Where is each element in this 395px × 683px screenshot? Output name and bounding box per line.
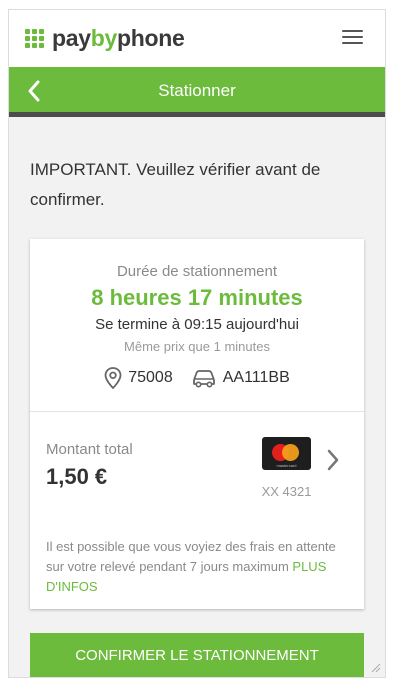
map-pin-icon — [104, 367, 122, 389]
location-item: 75008 — [104, 367, 173, 389]
mastercard-icon: mastercard — [262, 437, 311, 470]
app-frame: paybyphone Stationner IMPORTANT. Veuille… — [8, 9, 386, 678]
end-time: Se termine à 09:15 aujourd'hui — [95, 316, 299, 333]
card-number: XX 4321 — [261, 484, 312, 499]
total-label: Montant total — [46, 441, 133, 458]
payment-method-row[interactable]: Montant total 1,50 € mastercard XX 4321 — [30, 412, 364, 512]
same-price-note: Même prix que 1 minutes — [124, 339, 270, 354]
duration-label: Durée de stationnement — [116, 263, 278, 280]
location-zone: 75008 — [128, 369, 173, 386]
total-amount: 1,50 € — [46, 464, 108, 489]
resize-handle-icon[interactable] — [371, 663, 381, 673]
top-bar: paybyphone — [9, 10, 385, 67]
car-icon — [192, 370, 215, 388]
parking-summary-card: Durée de stationnement 8 heures 17 minut… — [30, 239, 364, 609]
fees-notice: Il est possible que vous voyiez des frai… — [46, 537, 346, 597]
logo-text: paybyphone — [52, 25, 185, 51]
logo-grid-icon — [25, 29, 44, 48]
paybyphone-logo: paybyphone — [25, 25, 185, 52]
chevron-right-icon[interactable] — [326, 449, 340, 476]
license-plate: AA111BB — [222, 369, 290, 386]
confirm-parking-button[interactable]: CONFIRMER LE STATIONNEMENT — [30, 633, 364, 677]
important-notice: IMPORTANT. Veuillez vérifier avant de co… — [30, 160, 321, 209]
page-title: Stationner — [158, 81, 236, 100]
location-vehicle-row: 75008 AA111BB — [30, 367, 364, 389]
duration-value: 8 heures 17 minutes — [91, 285, 303, 310]
vehicle-item: AA111BB — [191, 368, 290, 388]
title-bar: Stationner — [9, 67, 385, 117]
hamburger-menu-icon[interactable] — [342, 30, 363, 46]
